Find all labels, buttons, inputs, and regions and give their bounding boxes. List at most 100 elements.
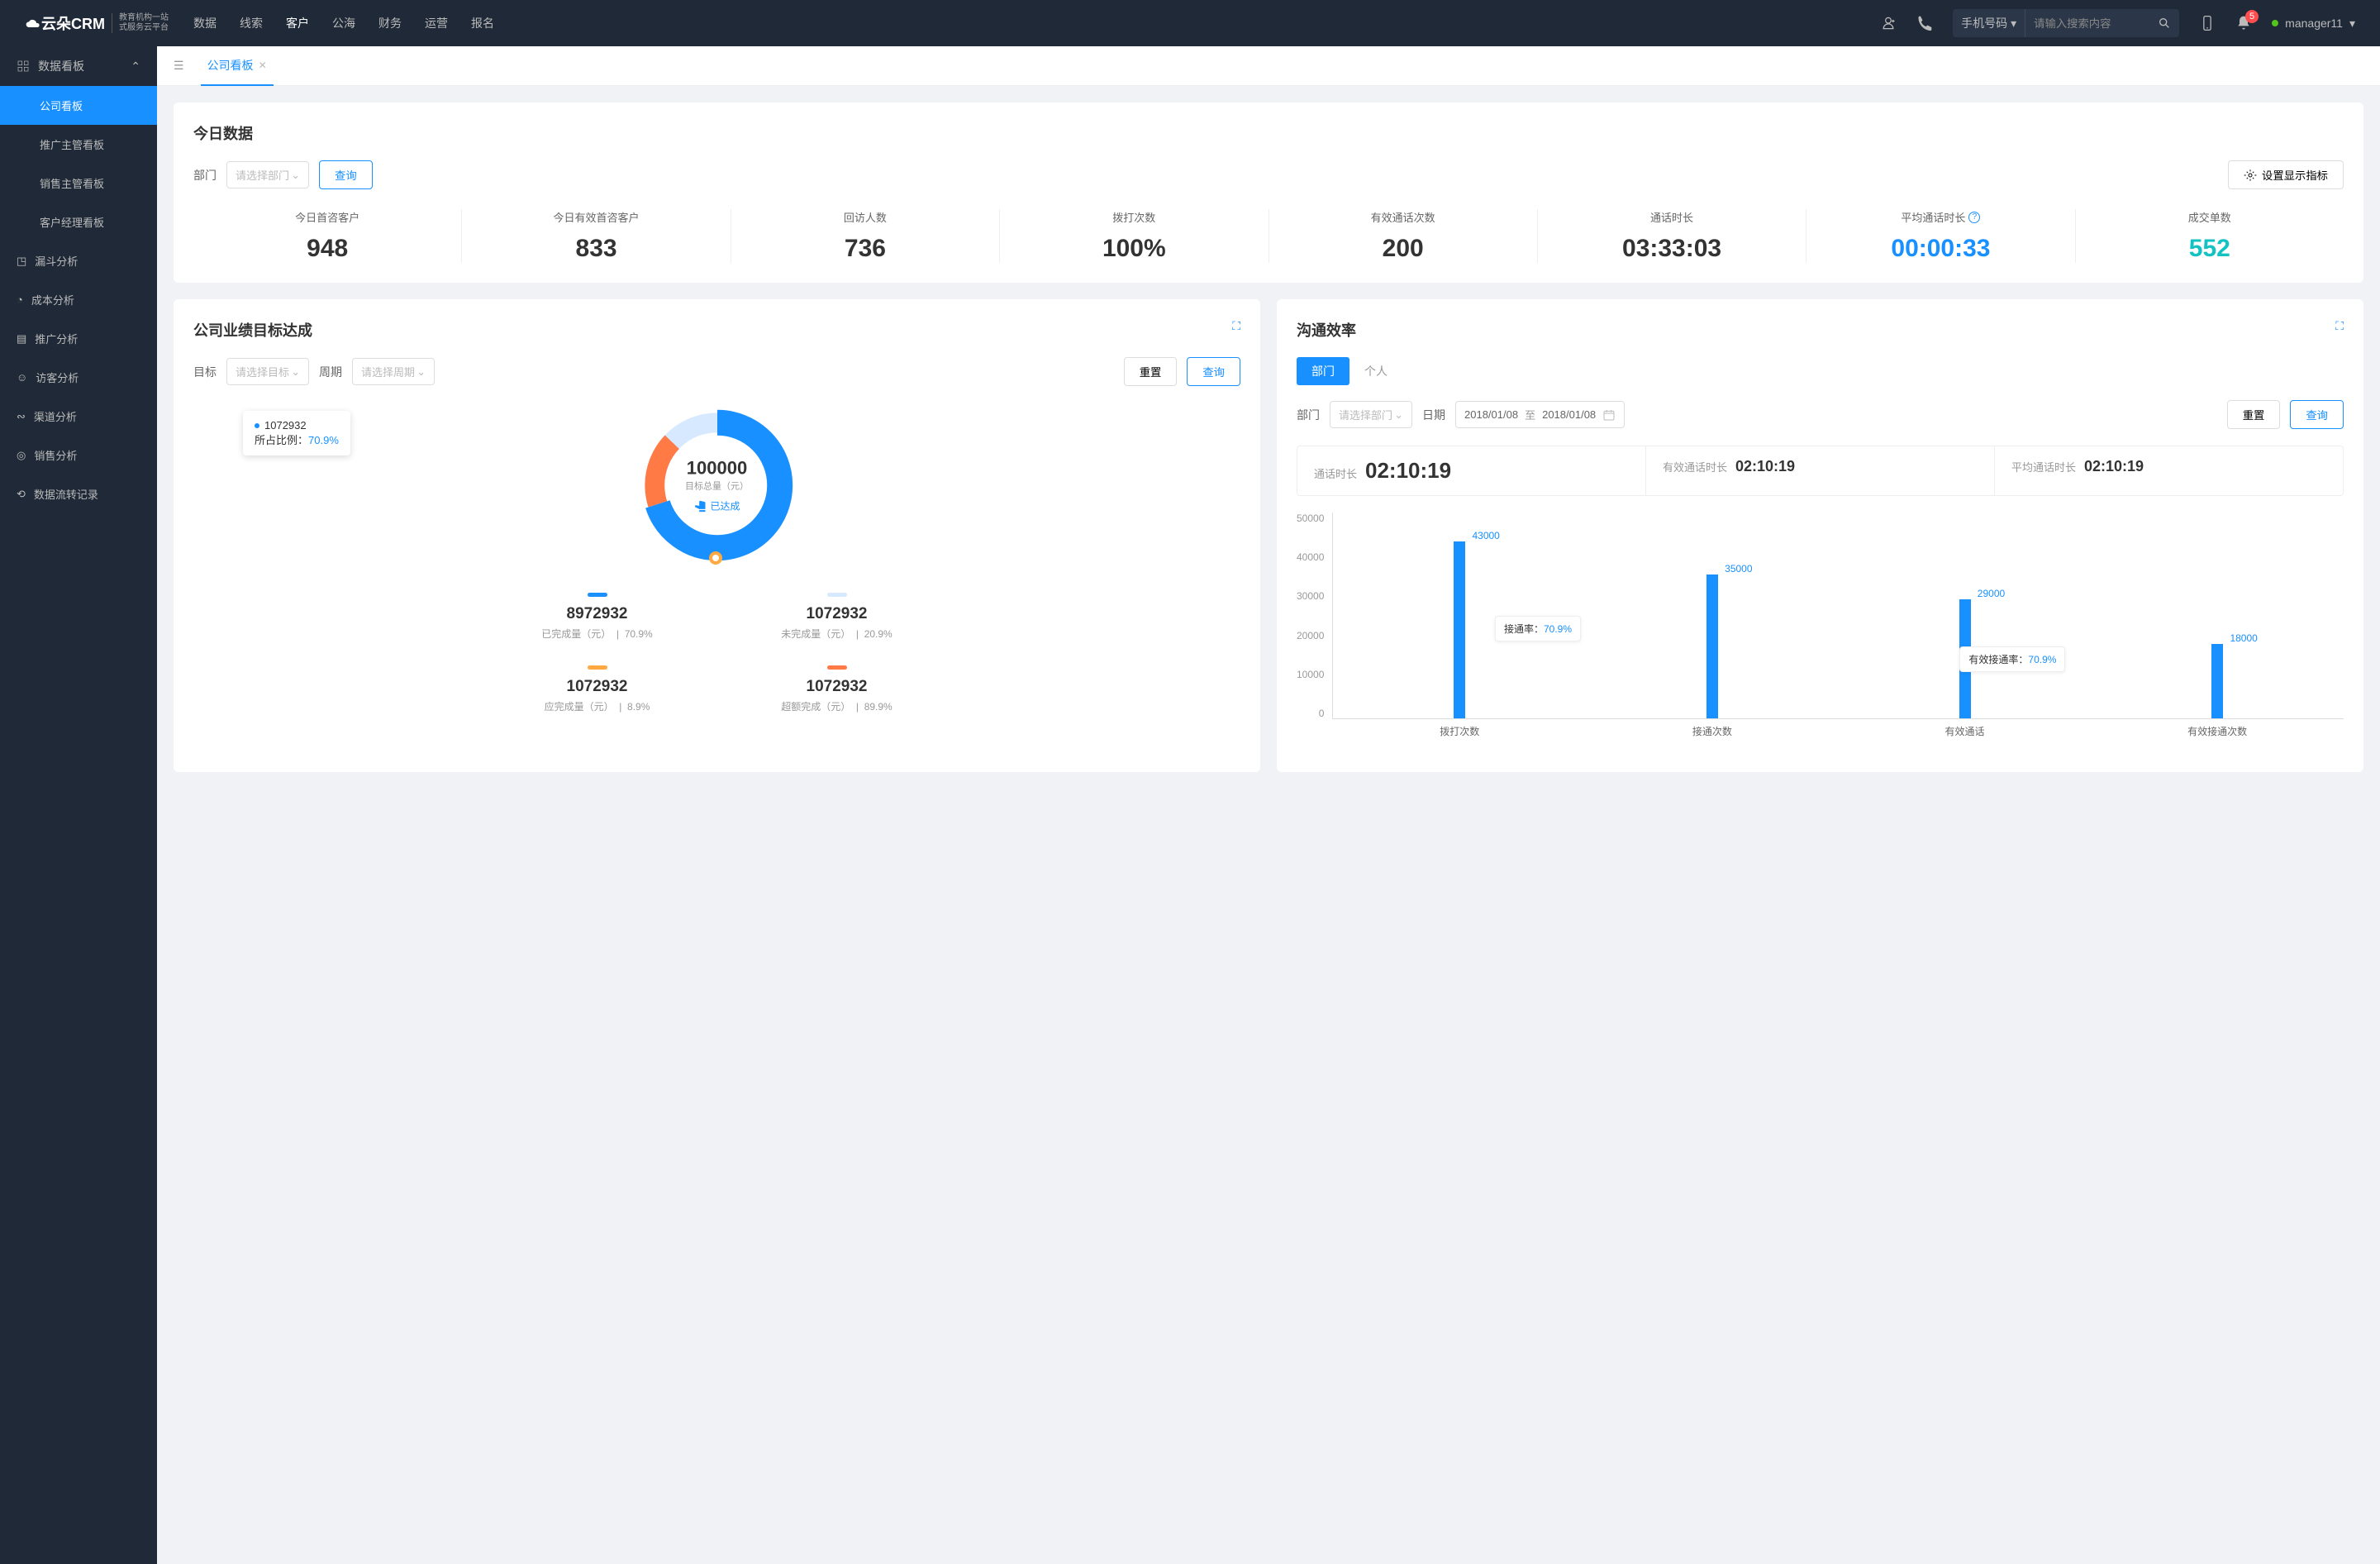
query-button[interactable]: 查询 (1187, 357, 1240, 386)
expand-icon[interactable]: ⛶ (1232, 319, 1240, 333)
goal-card: ⛶ 公司业绩目标达成 目标 请选择目标⌄ 周期 请选择周期⌄ 重置 查询 107… (174, 299, 1260, 772)
logo-sub1: 教育机构一站 (119, 13, 169, 23)
sidebar-item[interactable]: 销售主管看板 (0, 164, 157, 203)
sidebar-item[interactable]: ◳漏斗分析 (0, 241, 157, 280)
search-type-select[interactable]: 手机号码 ▾ (1953, 9, 2025, 37)
bar (1454, 541, 1465, 718)
sidebar-item[interactable]: 客户经理看板 (0, 203, 157, 241)
渠道分析-icon: ∾ (17, 410, 26, 423)
info-icon[interactable]: ? (1968, 212, 1980, 223)
legend-item: 1072932应完成量（元） | 8.9% (511, 665, 684, 713)
period-select[interactable]: 请选择周期⌄ (352, 358, 435, 385)
metric-item: 通话时长03:33:03 (1538, 209, 1806, 263)
donut-status: 已达成 (685, 499, 749, 513)
sidebar-item[interactable]: ∾渠道分析 (0, 397, 157, 436)
goal-title: 公司业绩目标达成 (193, 319, 1240, 341)
metric-item: 回访人数736 (731, 209, 1000, 263)
bar (2211, 644, 2223, 718)
nav-item[interactable]: 公海 (332, 0, 355, 46)
chevron-down-icon: ⌄ (291, 365, 300, 379)
notification-icon[interactable]: 5 (2235, 15, 2252, 31)
sidebar-item[interactable]: 公司看板 (0, 86, 157, 125)
comm-stat: 通话时长02:10:19 (1297, 446, 1646, 495)
query-button[interactable]: 查询 (2290, 400, 2344, 429)
chevron-down-icon: ▾ (2349, 17, 2355, 31)
数据流转记录-icon: ⟲ (17, 488, 26, 501)
nav-item[interactable]: 运营 (425, 0, 448, 46)
notification-count: 5 (2245, 10, 2259, 23)
sidebar-group-dashboard[interactable]: 数据看板 ⌃ (0, 46, 157, 86)
reset-button[interactable]: 重置 (2227, 400, 2281, 429)
漏斗分析-icon: ◳ (17, 255, 26, 268)
logo[interactable]: 云朵CRM 教育机构一站 式服务云平台 (25, 12, 169, 34)
metric-value: 03:33:03 (1546, 235, 1797, 263)
dept-select[interactable]: 请选择部门⌄ (226, 161, 309, 188)
nav-item[interactable]: 财务 (378, 0, 402, 46)
hamburger-icon[interactable]: ☰ (174, 59, 184, 73)
sidebar-item[interactable]: ⟲数据流转记录 (0, 474, 157, 513)
访客分析-icon: ☺ (17, 371, 27, 384)
today-title: 今日数据 (193, 122, 2344, 144)
sidebar-item[interactable]: ▤推广分析 (0, 319, 157, 358)
metric-value: 948 (202, 235, 453, 263)
nav-item[interactable]: 客户 (286, 0, 309, 46)
comm-stat: 有效通话时长02:10:19 (1646, 446, 1995, 495)
reset-button[interactable]: 重置 (1124, 357, 1178, 386)
settings-button[interactable]: 设置显示指标 (2228, 160, 2344, 189)
nav-item[interactable]: 报名 (471, 0, 494, 46)
tab-company-dashboard[interactable]: 公司看板 ✕ (201, 46, 274, 86)
chevron-down-icon: ▾ (2011, 17, 2016, 31)
mobile-icon[interactable] (2199, 15, 2216, 31)
dept-label: 部门 (1297, 407, 1320, 423)
metric-item: 拨打次数100% (1000, 209, 1269, 263)
date-label: 日期 (1422, 407, 1445, 423)
nav-item[interactable]: 线索 (240, 0, 263, 46)
metric-value: 00:00:33 (1815, 235, 2066, 263)
legend-item: 1072932超额完成（元） | 89.9% (750, 665, 924, 713)
subtab-dept[interactable]: 部门 (1297, 357, 1349, 385)
metric-label: 有效通话次数 (1278, 209, 1529, 225)
expand-icon[interactable]: ⛶ (2335, 319, 2344, 333)
target-select[interactable]: 请选择目标⌄ (226, 358, 309, 385)
add-user-icon[interactable] (1880, 15, 1897, 31)
nav-item[interactable]: 数据 (193, 0, 217, 46)
chevron-down-icon: ⌄ (1394, 408, 1403, 422)
sidebar-item[interactable]: 推广主管看板 (0, 125, 157, 164)
bar-annotation-1: 接通率：70.9% (1495, 616, 1581, 641)
x-axis-label: 有效接通次数 (2091, 724, 2344, 738)
user-menu[interactable]: manager11 ▾ (2272, 17, 2355, 31)
date-range-input[interactable]: 2018/01/08 至 2018/01/08 (1455, 401, 1625, 428)
donut-center-label: 目标总量（元） (685, 479, 749, 493)
bar (1706, 575, 1718, 718)
sidebar-item[interactable]: ◔成本分析 (0, 280, 157, 319)
推广分析-icon: ▤ (17, 332, 26, 346)
phone-icon[interactable] (1916, 15, 1933, 31)
search-icon[interactable] (2149, 17, 2179, 30)
thumbs-up-icon (693, 499, 707, 513)
metric-label: 拨打次数 (1008, 209, 1259, 225)
donut-knob (709, 551, 722, 565)
header: 云朵CRM 教育机构一站 式服务云平台 数据线索客户公海财务运营报名 手机号码 … (0, 0, 2380, 46)
dept-select[interactable]: 请选择部门⌄ (1330, 401, 1412, 428)
target-label: 目标 (193, 364, 217, 380)
metric-label: 回访人数 (740, 209, 991, 225)
logo-sub2: 式服务云平台 (119, 23, 169, 33)
sidebar-item[interactable]: ☺访客分析 (0, 358, 157, 397)
x-axis-label: 拨打次数 (1333, 724, 1586, 738)
bar-value-label: 35000 (1725, 563, 1752, 575)
subtab-person[interactable]: 个人 (1349, 357, 1402, 385)
query-button[interactable]: 查询 (319, 160, 373, 189)
metric-value: 833 (470, 235, 721, 263)
status-dot-icon (2272, 20, 2278, 26)
period-label: 周期 (319, 364, 342, 380)
search-input[interactable] (2025, 17, 2149, 30)
close-icon[interactable]: ✕ (259, 60, 267, 71)
metric-item: 今日有效首咨客户833 (462, 209, 731, 263)
sidebar-item[interactable]: ◎销售分析 (0, 436, 157, 474)
comm-card: ⛶ 沟通效率 部门 个人 部门 请选择部门⌄ 日期 2018/01/08 至 2… (1277, 299, 2363, 772)
bar-value-label: 18000 (2230, 632, 2257, 644)
donut-center-value: 100000 (685, 458, 749, 479)
metric-item: 今日首咨客户948 (193, 209, 462, 263)
main-content: ☰ 公司看板 ✕ 今日数据 部门 请选择部门⌄ 查询 设置显示指标 (157, 46, 2380, 1564)
metric-value: 200 (1278, 235, 1529, 263)
